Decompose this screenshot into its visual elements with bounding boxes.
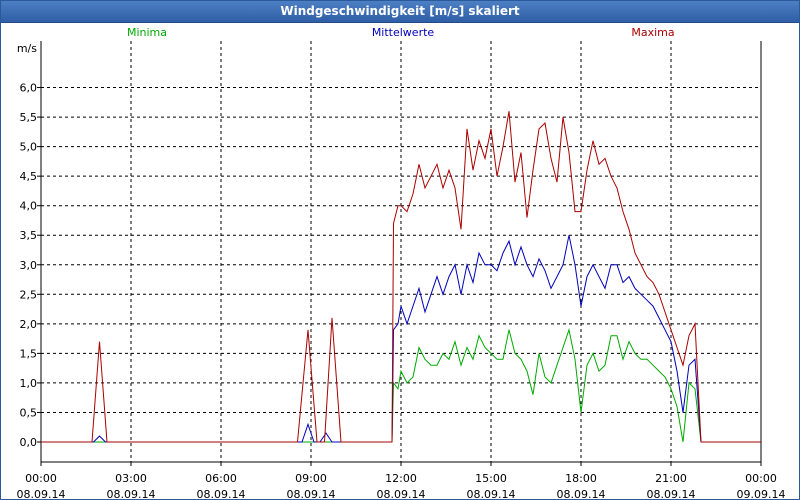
y-tick-label: 2,0: [20, 318, 38, 331]
x-tick-date-label: 08.09.14: [107, 488, 156, 499]
x-tick-date-label: 08.09.14: [17, 488, 66, 499]
x-tick-date-label: 08.09.14: [557, 488, 606, 499]
x-tick-time-label: 03:00: [115, 472, 147, 485]
x-tick-time-label: 12:00: [385, 472, 417, 485]
x-tick-date-label: 08.09.14: [467, 488, 516, 499]
x-tick-time-label: 09:00: [295, 472, 327, 485]
y-tick-label: 3,5: [20, 229, 38, 242]
legend-entry-minima: Minima: [127, 26, 167, 39]
y-tick-label: 6,0: [20, 82, 38, 95]
x-tick-date-label: 09.09.14: [737, 488, 786, 499]
x-tick-date-label: 08.09.14: [377, 488, 426, 499]
chart-window: Windgeschwindigkeit [m/s] skaliert 0,0 0,…: [0, 0, 800, 500]
legend-entry-maxima: Maxima: [631, 26, 674, 39]
x-tick-date-label: 08.09.14: [287, 488, 336, 499]
x-tick-date-label: 08.09.14: [197, 488, 246, 499]
x-tick-time-label: 00:00: [745, 472, 777, 485]
y-tick-label: 0,5: [20, 406, 38, 419]
chart-area: 0,0 0,5 1,0 1,5 2,0 2,5 3,0 3,5 4,0 4,5 5,0 5,5 6,0 m…: [17, 26, 786, 499]
x-tick-time-label: 15:00: [475, 472, 507, 485]
y-tick-label: 0,0: [20, 436, 38, 449]
x-tick-time-label: 18:00: [565, 472, 597, 485]
window-title: Windgeschwindigkeit [m/s] skaliert: [1, 1, 799, 23]
y-tick-label: 4,5: [20, 170, 38, 183]
y-tick-label: 4,0: [20, 200, 38, 213]
x-tick-time-label: 21:00: [655, 472, 687, 485]
legend-entry-mittelwerte: Mittelwerte: [372, 26, 435, 39]
x-tick-time-label: 06:00: [205, 472, 237, 485]
x-tick-time-label: 00:00: [25, 472, 57, 485]
y-tick-label: 2,5: [20, 288, 38, 301]
y-tick-label: 5,0: [20, 141, 38, 154]
y-tick-label: 3,0: [20, 259, 38, 272]
y-tick-label: 1,0: [20, 377, 38, 390]
series-line-mittelwerte: [41, 235, 761, 443]
x-tick-date-label: 08.09.14: [647, 488, 696, 499]
y-axis-label: m/s: [17, 42, 37, 55]
y-tick-label: 1,5: [20, 347, 38, 360]
y-tick-label: 5,5: [20, 111, 38, 124]
